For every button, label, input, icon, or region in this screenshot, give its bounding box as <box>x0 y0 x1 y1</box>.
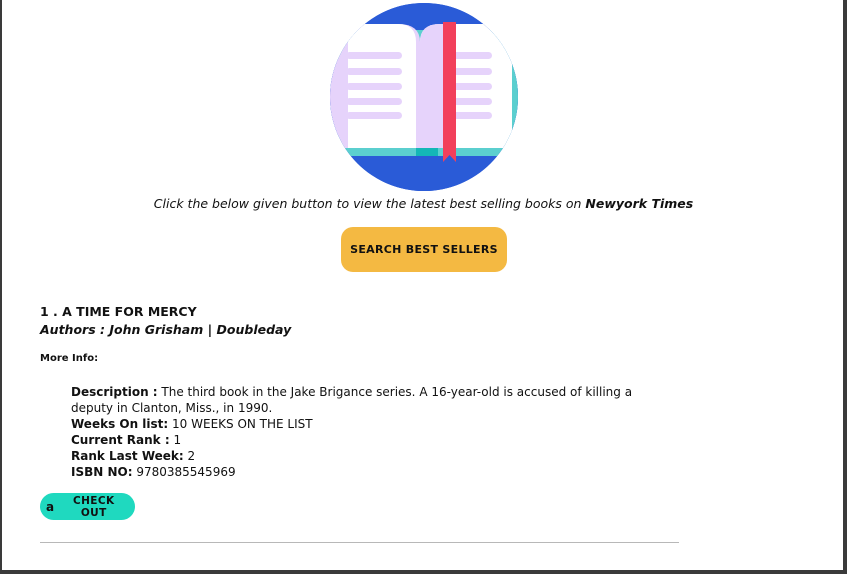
tagline: Click the below given button to view the… <box>0 196 847 211</box>
tagline-text: Click the below given button to view the… <box>153 196 586 211</box>
check-out-label: CHECK OUT <box>72 494 115 519</box>
isbn-value: 9780385545969 <box>132 465 236 479</box>
book-title: 1 . A TIME FOR MERCY <box>40 304 197 319</box>
rank-value: 1 <box>169 433 182 447</box>
description-label: Description : <box>71 385 158 399</box>
amazon-icon: a <box>46 499 55 514</box>
last-week-row: Rank Last Week: 2 <box>71 448 641 464</box>
rank-row: Current Rank : 1 <box>71 432 641 448</box>
tagline-source: Newyork Times <box>585 196 694 211</box>
last-week-value: 2 <box>183 449 196 463</box>
book-authors: Authors : John Grisham | Doubleday <box>40 322 292 337</box>
check-out-button[interactable]: a CHECK OUT <box>40 493 135 520</box>
isbn-label: ISBN NO: <box>71 465 133 479</box>
search-best-sellers-button[interactable]: SEARCH BEST SELLERS <box>341 227 507 272</box>
window-frame-right <box>843 0 847 574</box>
weeks-value: 10 WEEKS ON THE LIST <box>168 417 313 431</box>
isbn-row: ISBN NO: 9780385545969 <box>71 464 641 480</box>
open-book-icon <box>328 2 520 192</box>
last-week-label: Rank Last Week: <box>71 449 184 463</box>
rank-label: Current Rank : <box>71 433 170 447</box>
description-row: Description : The third book in the Jake… <box>71 384 641 416</box>
window-frame-bottom <box>0 570 847 574</box>
weeks-row: Weeks On list: 10 WEEKS ON THE LIST <box>71 416 641 432</box>
weeks-label: Weeks On list: <box>71 417 169 431</box>
book-details: Description : The third book in the Jake… <box>71 384 641 480</box>
divider <box>40 542 679 543</box>
book-entry: 1 . A TIME FOR MERCY Authors : John Gris… <box>40 303 680 480</box>
more-info-label: More Info: <box>40 353 99 364</box>
